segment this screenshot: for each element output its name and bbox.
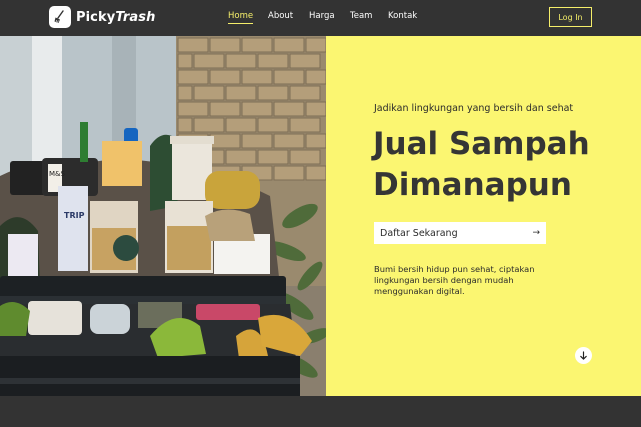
- next-section-band: [0, 396, 641, 427]
- daftar-sekarang-button[interactable]: Daftar Sekarang →: [374, 222, 546, 244]
- hero-subtitle: Jadikan lingkungan yang bersih dan sehat: [374, 103, 574, 114]
- can-brand-label: M&S: [49, 170, 65, 178]
- brand-logo[interactable]: PickyTrash: [49, 6, 155, 28]
- arrow-right-icon: →: [532, 228, 540, 238]
- hero-trash-photo: M&S TRIP: [0, 36, 326, 396]
- arrow-down-icon: [580, 351, 587, 360]
- nav-item-team[interactable]: Team: [350, 11, 372, 21]
- hero-headline-line-2: Dimanapun: [373, 167, 572, 203]
- nav-item-kontak[interactable]: Kontak: [388, 11, 417, 21]
- login-button[interactable]: Log In: [549, 7, 592, 27]
- landing-page: PickyTrash Home About Harga Team Kontak …: [0, 0, 641, 427]
- nav-item-about[interactable]: About: [268, 11, 293, 21]
- nav-active-underline: [228, 23, 254, 24]
- nav-item-harga[interactable]: Harga: [309, 11, 335, 21]
- hero-section: Jadikan lingkungan yang bersih dan sehat…: [326, 36, 641, 396]
- navbar: PickyTrash Home About Harga Team Kontak …: [0, 0, 641, 36]
- brand-name-accent: Trash: [115, 9, 156, 25]
- broom-logo-icon: [49, 6, 71, 28]
- hero-description: Bumi bersih hidup pun sehat, ciptakan li…: [374, 264, 535, 296]
- nav-item-home[interactable]: Home: [228, 11, 254, 24]
- hero-headline-line-1: Jual Sampah: [373, 126, 590, 162]
- cta-label: Daftar Sekarang: [380, 227, 458, 239]
- cup-brand-label: TRIP: [64, 211, 85, 220]
- scroll-down-button[interactable]: [575, 347, 592, 364]
- brand-name-plain: Picky: [76, 9, 116, 25]
- nav-item-home-label: Home: [228, 11, 254, 21]
- hero-headline: Jual Sampah Dimanapun: [373, 124, 590, 206]
- brand-name: PickyTrash: [76, 10, 155, 25]
